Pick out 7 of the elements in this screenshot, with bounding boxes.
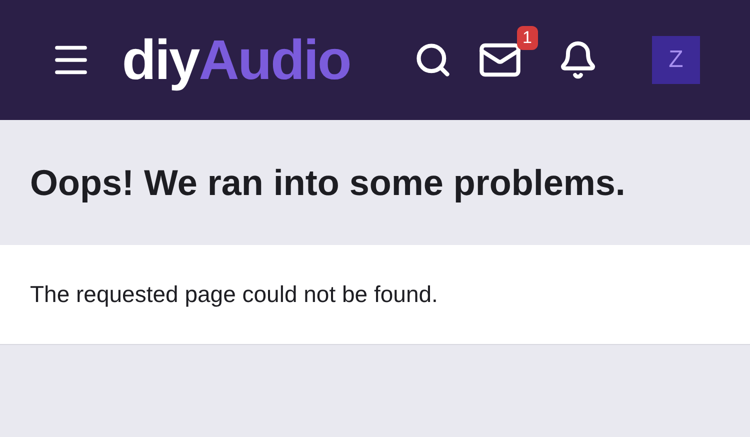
notifications-button[interactable] [558,40,598,80]
notification-badge: 1 [516,26,538,50]
mail-button[interactable]: 1 [478,26,538,82]
search-button[interactable] [414,41,452,79]
error-title: Oops! We ran into some problems. [30,160,626,204]
avatar[interactable]: Z [652,36,700,84]
error-message: The requested page could not be found. [30,280,438,310]
